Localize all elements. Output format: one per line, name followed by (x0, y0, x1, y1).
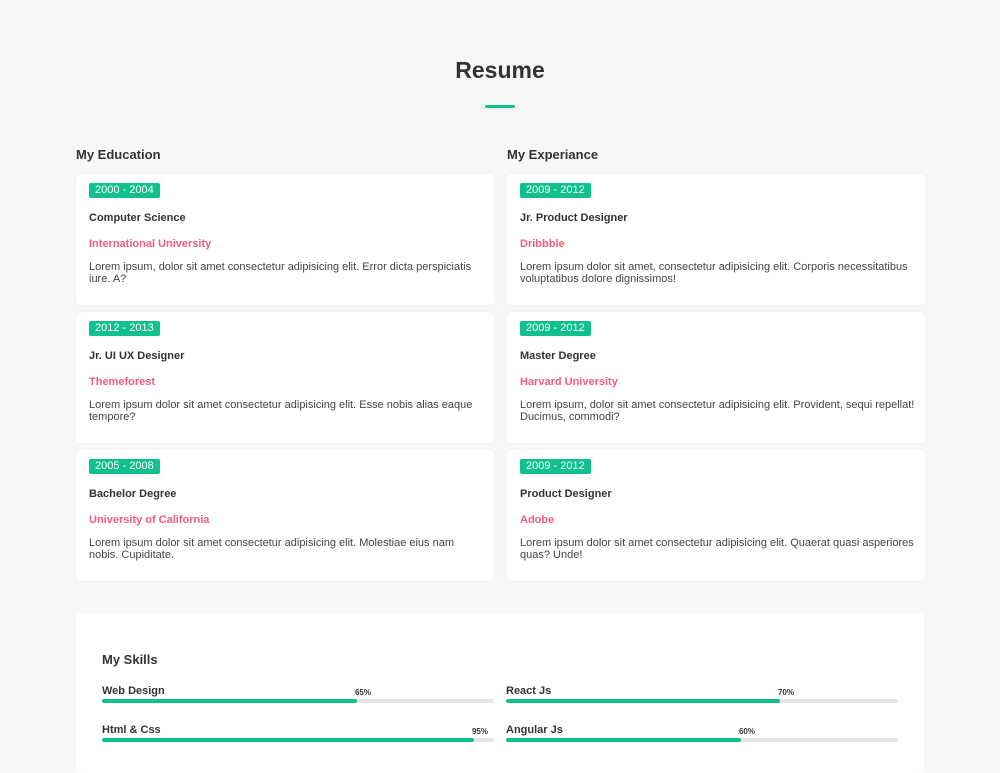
skill-item: Web Design 65% (102, 685, 494, 715)
card-description: Lorem ipsum dolor sit amet consectetur a… (89, 399, 473, 423)
card-org: International University (89, 238, 212, 250)
period-badge: 2009 - 2012 (520, 459, 591, 474)
skill-item: React Js 70% (506, 685, 898, 715)
card-role: Product Designer (520, 488, 612, 500)
skill-progress-fill (102, 699, 357, 703)
skills-heading: My Skills (102, 652, 158, 667)
period-badge: 2000 - 2004 (89, 183, 160, 198)
skill-progress-track (506, 699, 898, 703)
card-role: Master Degree (520, 350, 596, 362)
card-description: Lorem ipsum, dolor sit amet consectetur … (89, 261, 472, 285)
period-badge: 2012 - 2013 (89, 321, 160, 336)
period-badge: 2009 - 2012 (520, 321, 591, 336)
card-role: Computer Science (89, 212, 186, 224)
card-org: Dribbble (520, 238, 565, 250)
skill-name: React Js (506, 685, 552, 697)
card-org: Adobe (520, 514, 555, 526)
skill-percent: 65% (354, 688, 371, 697)
card-role: Jr. Product Designer (520, 212, 628, 224)
experience-card: 2009 - 2012 Product Designer Adobe Lorem… (507, 450, 925, 581)
skills-panel: My Skills Web Design 65% React Js 70% Ht… (76, 613, 924, 773)
education-card: 2000 - 2004 Computer Science Internation… (76, 174, 494, 305)
experience-card: 2009 - 2012 Jr. Product Designer Dribbbl… (507, 174, 925, 305)
skill-progress-fill (102, 738, 474, 742)
card-org: Themeforest (89, 376, 156, 388)
card-description: Lorem ipsum dolor sit amet consectetur a… (89, 537, 454, 561)
skill-progress-fill (506, 699, 780, 703)
card-description: Lorem ipsum dolor sit amet, consectetur … (520, 261, 908, 285)
card-description: Lorem ipsum, dolor sit amet consectetur … (520, 399, 915, 423)
skill-progress-fill (506, 738, 741, 742)
card-org: Harvard University (520, 376, 618, 388)
skill-progress-track (506, 738, 898, 742)
skill-name: Web Design (102, 685, 165, 697)
period-badge: 2009 - 2012 (520, 183, 591, 198)
education-card: 2012 - 2013 Jr. UI UX Designer Themefore… (76, 312, 494, 443)
skill-progress-track (102, 699, 494, 703)
card-org: University of California (89, 514, 210, 526)
skill-name: Angular Js (506, 724, 563, 736)
card-role: Jr. UI UX Designer (89, 350, 185, 362)
period-badge: 2005 - 2008 (89, 459, 160, 474)
skill-progress-track (102, 738, 494, 742)
experience-card: 2009 - 2012 Master Degree Harvard Univer… (507, 312, 925, 443)
card-role: Bachelor Degree (89, 488, 177, 500)
skill-percent: 60% (738, 727, 755, 736)
card-description: Lorem ipsum dolor sit amet consectetur a… (520, 537, 914, 561)
page-title: Resume (455, 57, 545, 83)
education-heading: My Education (76, 147, 161, 162)
experience-heading: My Experiance (507, 147, 599, 162)
title-underline (485, 105, 515, 108)
skill-name: Html & Css (102, 724, 161, 736)
education-card: 2005 - 2008 Bachelor Degree University o… (76, 450, 494, 581)
skill-percent: 70% (777, 688, 794, 697)
skill-percent: 95% (471, 727, 488, 736)
